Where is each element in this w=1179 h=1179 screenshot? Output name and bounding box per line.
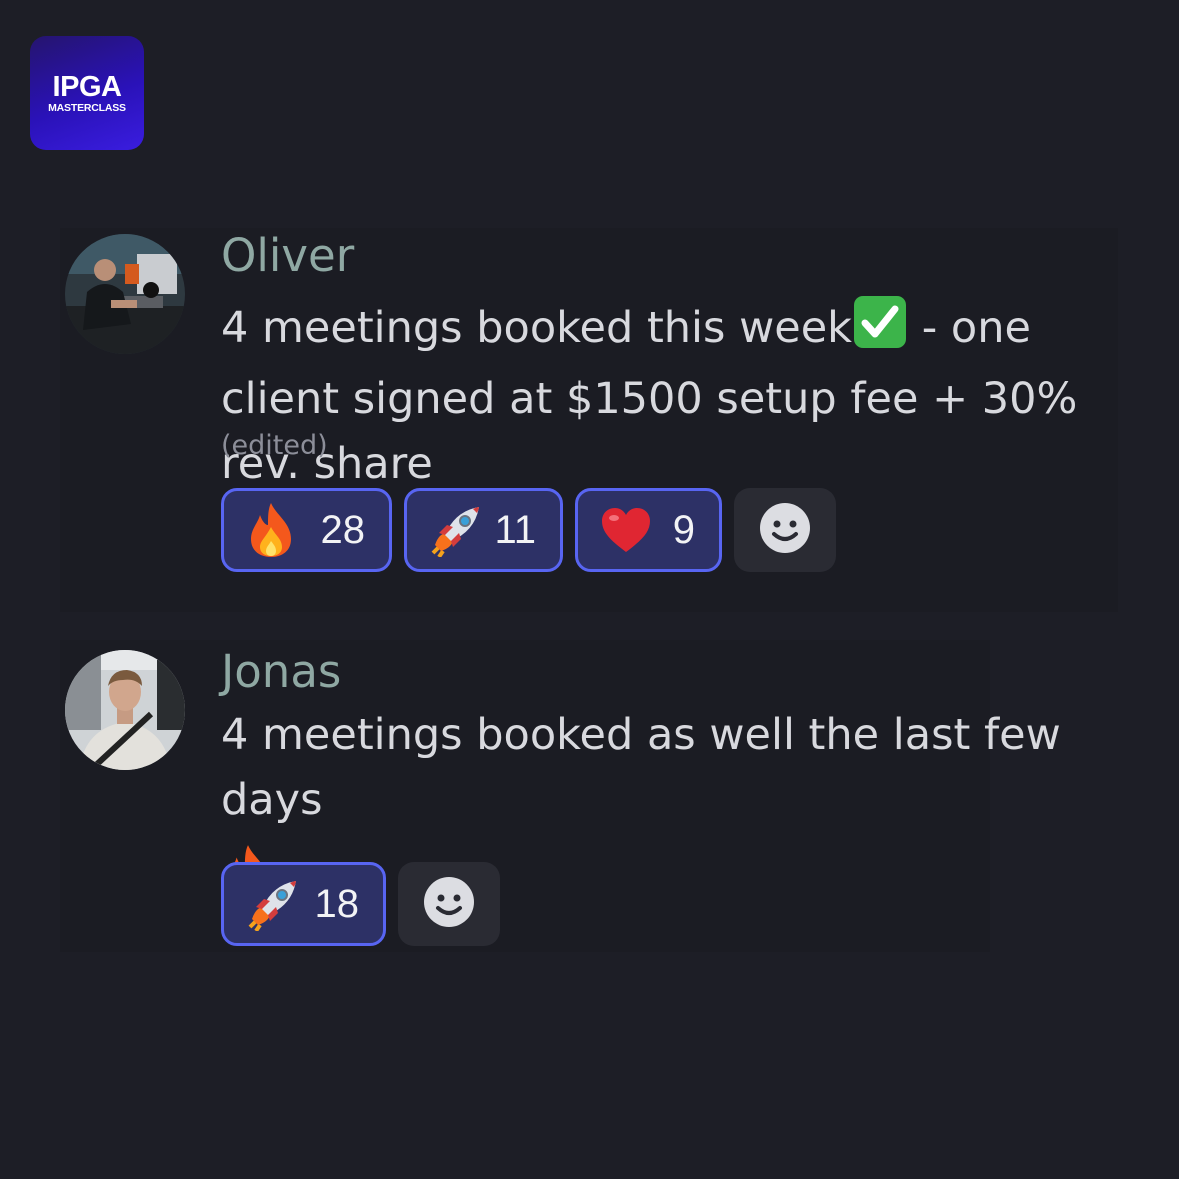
reaction-count: 11 xyxy=(494,507,536,552)
rocket-emoji-icon xyxy=(246,877,300,931)
check-mark-emoji-icon xyxy=(852,296,908,367)
red-heart-emoji-icon xyxy=(600,506,652,554)
reaction-count: 28 xyxy=(320,507,366,552)
add-reaction-button[interactable] xyxy=(398,862,500,946)
smiley-icon xyxy=(423,876,475,932)
reaction-count: 9 xyxy=(672,507,695,552)
reaction-rocket[interactable]: 11 xyxy=(404,488,563,572)
message-text: 4 meetings booked this week - one client… xyxy=(221,296,1141,497)
reaction-fire[interactable]: 28 xyxy=(221,488,392,572)
message-text-part1: 4 meetings booked this week xyxy=(221,303,853,353)
author-name[interactable]: Oliver xyxy=(221,233,354,278)
reaction-rocket[interactable]: 18 xyxy=(221,862,386,946)
logo-subtitle: MASTERCLASS xyxy=(48,101,126,114)
fire-emoji-icon xyxy=(246,501,296,559)
avatar-oliver[interactable] xyxy=(65,234,185,354)
reaction-heart[interactable]: 9 xyxy=(575,488,722,572)
edited-label: (edited) xyxy=(221,430,328,461)
author-name[interactable]: Jonas xyxy=(221,649,341,694)
smiley-icon xyxy=(759,502,811,558)
avatar-jonas[interactable] xyxy=(65,650,185,770)
reaction-count: 18 xyxy=(314,881,360,926)
rocket-emoji-icon xyxy=(429,503,483,557)
message-text-content: 4 meetings booked as well the last few d… xyxy=(221,710,1061,825)
logo-title: IPGA xyxy=(52,70,122,103)
add-reaction-button[interactable] xyxy=(734,488,836,572)
avatar-photo-oliver xyxy=(65,234,185,354)
server-logo[interactable]: IPGA MASTERCLASS xyxy=(30,36,144,150)
avatar-photo-jonas xyxy=(65,650,185,770)
